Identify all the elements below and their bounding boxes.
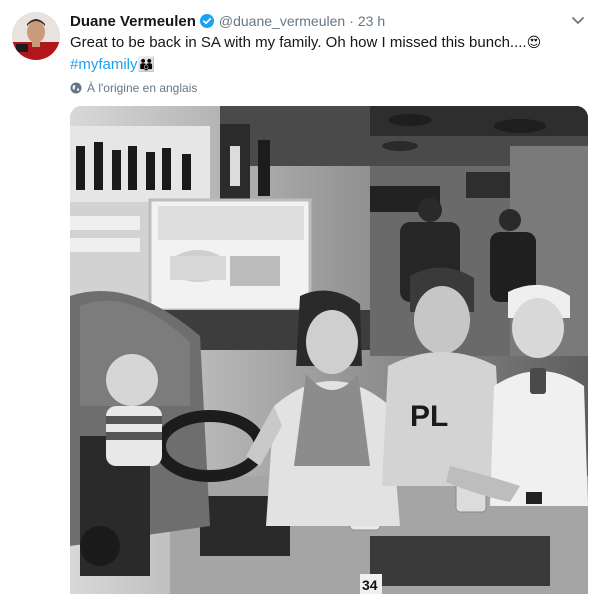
heart-eyes-emoji: 😍 [526, 34, 542, 50]
timestamp[interactable]: 23 h [358, 13, 385, 29]
username-handle[interactable]: @duane_vermeulen [219, 13, 345, 29]
avatar[interactable] [12, 12, 60, 60]
hashtag-link[interactable]: #myfamily [70, 56, 138, 73]
globe-icon [70, 82, 82, 94]
translation-note[interactable]: À l'origine en anglais [70, 80, 197, 96]
verified-badge-icon [199, 14, 214, 28]
tweet-header: Duane Vermeulen @duane_vermeulen · 23 h [70, 11, 550, 31]
family-photo: 34 PL [70, 106, 588, 594]
family-emoji: 👪 [137, 56, 155, 72]
avatar-image [12, 12, 60, 60]
separator-dot: · [349, 13, 354, 29]
tweet-photo[interactable]: 34 PL [70, 106, 588, 594]
tweet-text-body: Great to be back in SA with my family. O… [70, 34, 527, 51]
tweet-text: Great to be back in SA with my family. O… [70, 31, 580, 54]
display-name[interactable]: Duane Vermeulen [70, 13, 196, 30]
table-number: 34 [362, 577, 378, 593]
svg-text:PL: PL [410, 400, 448, 433]
translation-label: À l'origine en anglais [87, 81, 198, 95]
chevron-down-icon[interactable] [570, 13, 586, 29]
hashtag-line: #myfamily👪 [70, 53, 155, 76]
